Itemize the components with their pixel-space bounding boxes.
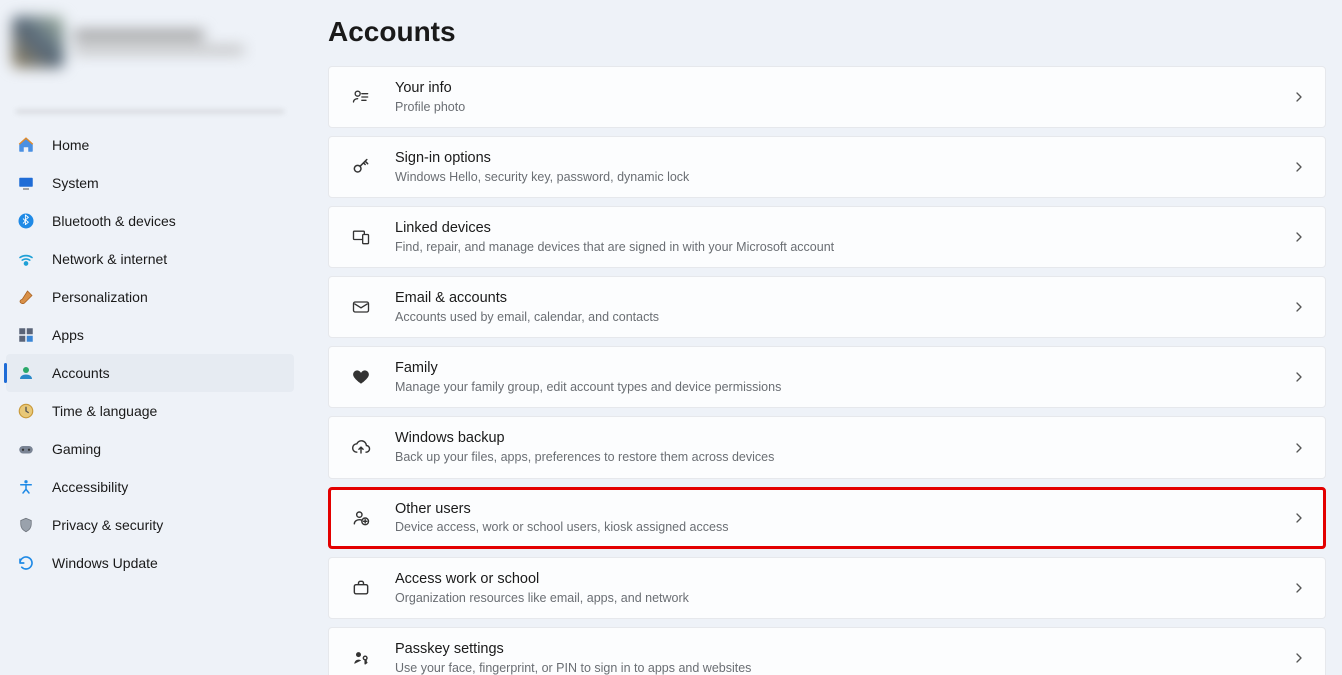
card-title: Family [395, 359, 1291, 378]
shield-icon [16, 515, 36, 535]
chevron-right-icon [1291, 650, 1307, 666]
sidebar-item-accounts[interactable]: Accounts [6, 354, 294, 392]
briefcase-icon [347, 574, 375, 602]
card-subtitle: Windows Hello, security key, password, d… [395, 169, 1291, 185]
card-title: Email & accounts [395, 289, 1291, 308]
passkey-icon [347, 644, 375, 672]
card-subtitle: Profile photo [395, 99, 1291, 115]
card-body: Sign-in optionsWindows Hello, security k… [395, 149, 1291, 185]
settings-card-linked-devices[interactable]: Linked devicesFind, repair, and manage d… [328, 206, 1326, 268]
sidebar: Home System Bluetooth & devices Network … [0, 0, 300, 675]
nav-label: Privacy & security [52, 517, 163, 533]
chevron-right-icon [1291, 510, 1307, 526]
sidebar-item-accessibility[interactable]: Accessibility [6, 468, 294, 506]
card-body: Your infoProfile photo [395, 79, 1291, 115]
chevron-right-icon [1291, 580, 1307, 596]
card-title: Linked devices [395, 219, 1291, 238]
sidebar-item-apps[interactable]: Apps [6, 316, 294, 354]
mail-icon [347, 293, 375, 321]
chevron-right-icon [1291, 229, 1307, 245]
heart-icon [347, 363, 375, 391]
search-input[interactable] [16, 90, 284, 112]
nav-label: System [52, 175, 99, 191]
chevron-right-icon [1291, 369, 1307, 385]
sidebar-item-bluetooth[interactable]: Bluetooth & devices [6, 202, 294, 240]
nav-label: Windows Update [52, 555, 158, 571]
card-body: Linked devicesFind, repair, and manage d… [395, 219, 1291, 255]
nav-label: Personalization [52, 289, 148, 305]
settings-card-access-work-or-school[interactable]: Access work or schoolOrganization resour… [328, 557, 1326, 619]
sidebar-nav: Home System Bluetooth & devices Network … [0, 122, 300, 582]
card-subtitle: Use your face, fingerprint, or PIN to si… [395, 660, 1291, 675]
chevron-right-icon [1291, 159, 1307, 175]
home-icon [16, 135, 36, 155]
avatar [12, 16, 64, 68]
card-subtitle: Back up your files, apps, preferences to… [395, 449, 1291, 465]
card-subtitle: Manage your family group, edit account t… [395, 379, 1291, 395]
settings-card-your-info[interactable]: Your infoProfile photo [328, 66, 1326, 128]
settings-card-email-accounts[interactable]: Email & accountsAccounts used by email, … [328, 276, 1326, 338]
sidebar-item-time[interactable]: Time & language [6, 392, 294, 430]
card-subtitle: Find, repair, and manage devices that ar… [395, 239, 1291, 255]
gaming-icon [16, 439, 36, 459]
sidebar-item-gaming[interactable]: Gaming [6, 430, 294, 468]
bluetooth-icon [16, 211, 36, 231]
key-icon [347, 153, 375, 181]
card-title: Access work or school [395, 570, 1291, 589]
chevron-right-icon [1291, 299, 1307, 315]
card-title: Windows backup [395, 429, 1291, 448]
nav-label: Accessibility [52, 479, 128, 495]
card-body: Email & accountsAccounts used by email, … [395, 289, 1291, 325]
settings-card-passkey-settings[interactable]: Passkey settingsUse your face, fingerpri… [328, 627, 1326, 675]
backup-icon [347, 434, 375, 462]
accessibility-icon [16, 477, 36, 497]
settings-card-windows-backup[interactable]: Windows backupBack up your files, apps, … [328, 416, 1326, 478]
settings-card-list: Your infoProfile photoSign-in optionsWin… [328, 66, 1326, 675]
system-icon [16, 173, 36, 193]
card-title: Your info [395, 79, 1291, 98]
card-subtitle: Organization resources like email, apps,… [395, 590, 1291, 606]
people-add-icon [347, 504, 375, 532]
sidebar-item-update[interactable]: Windows Update [6, 544, 294, 582]
settings-card-sign-in-options[interactable]: Sign-in optionsWindows Hello, security k… [328, 136, 1326, 198]
nav-label: Apps [52, 327, 84, 343]
nav-label: Bluetooth & devices [52, 213, 176, 229]
card-body: Windows backupBack up your files, apps, … [395, 429, 1291, 465]
card-title: Other users [395, 500, 1291, 519]
nav-label: Network & internet [52, 251, 167, 267]
time-icon [16, 401, 36, 421]
sidebar-item-personalization[interactable]: Personalization [6, 278, 294, 316]
card-title: Passkey settings [395, 640, 1291, 659]
devices-icon [347, 223, 375, 251]
card-body: Passkey settingsUse your face, fingerpri… [395, 640, 1291, 675]
nav-label: Time & language [52, 403, 157, 419]
apps-icon [16, 325, 36, 345]
page-title: Accounts [328, 16, 1326, 48]
settings-card-family[interactable]: FamilyManage your family group, edit acc… [328, 346, 1326, 408]
accounts-icon [16, 363, 36, 383]
nav-label: Accounts [52, 365, 110, 381]
chevron-right-icon [1291, 89, 1307, 105]
sidebar-item-home[interactable]: Home [6, 126, 294, 164]
card-body: Access work or schoolOrganization resour… [395, 570, 1291, 606]
chevron-right-icon [1291, 440, 1307, 456]
update-icon [16, 553, 36, 573]
nav-label: Home [52, 137, 89, 153]
card-subtitle: Accounts used by email, calendar, and co… [395, 309, 1291, 325]
settings-card-other-users[interactable]: Other usersDevice access, work or school… [328, 487, 1326, 549]
person-card-icon [347, 83, 375, 111]
card-body: Other usersDevice access, work or school… [395, 500, 1291, 536]
card-title: Sign-in options [395, 149, 1291, 168]
sidebar-item-system[interactable]: System [6, 164, 294, 202]
nav-label: Gaming [52, 441, 101, 457]
wifi-icon [16, 249, 36, 269]
user-profile-block [0, 8, 300, 86]
sidebar-item-privacy[interactable]: Privacy & security [6, 506, 294, 544]
card-body: FamilyManage your family group, edit acc… [395, 359, 1291, 395]
card-subtitle: Device access, work or school users, kio… [395, 519, 1291, 535]
main-content: Accounts Your infoProfile photo Sign-in o… [300, 0, 1342, 675]
brush-icon [16, 287, 36, 307]
sidebar-item-network[interactable]: Network & internet [6, 240, 294, 278]
